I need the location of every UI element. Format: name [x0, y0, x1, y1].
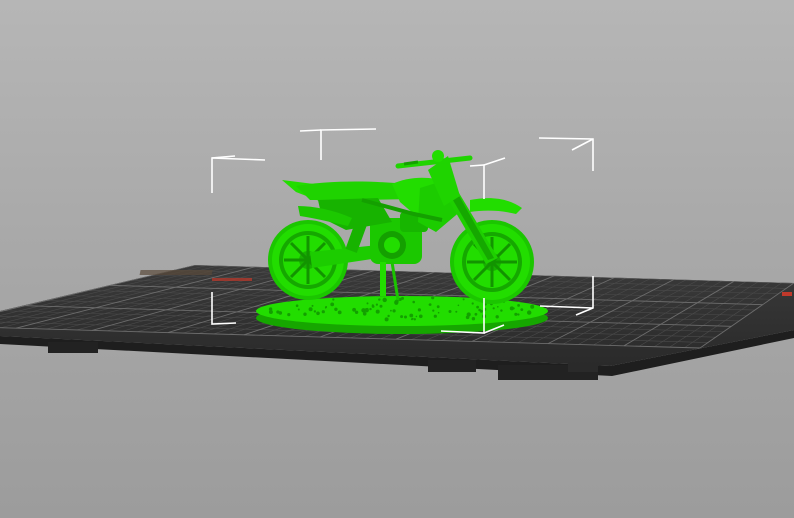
base-texture-speck [392, 309, 396, 313]
base-texture-speck [409, 313, 414, 318]
base-texture-speck [495, 315, 499, 319]
base-texture-speck [401, 296, 404, 300]
base-texture-speck [432, 309, 435, 312]
base-texture-speck [433, 314, 437, 318]
base-texture-speck [313, 310, 317, 313]
base-texture-speck [369, 307, 372, 311]
base-texture-speck [517, 313, 520, 316]
base-texture-speck [375, 309, 380, 314]
base-texture-speck [520, 308, 524, 311]
base-texture-speck [479, 309, 483, 313]
base-texture-speck [379, 304, 383, 308]
base-texture-speck [316, 311, 320, 316]
base-texture-speck [387, 314, 390, 318]
base-texture-speck [455, 310, 458, 313]
base-texture-speck [337, 310, 342, 315]
bbox-corner-tbl [320, 128, 377, 160]
base-texture-speck [471, 302, 474, 305]
base-texture-speck [366, 302, 369, 305]
base-texture-speck [474, 312, 478, 316]
base-texture-speck [330, 302, 335, 307]
base-texture-speck [431, 296, 435, 300]
base-texture-speck [362, 312, 367, 316]
bbox-corner-tfr [469, 164, 485, 199]
base-texture-speck [404, 315, 407, 319]
base-texture-speck [517, 304, 520, 307]
base-texture-speck [364, 308, 369, 313]
base-texture-speck [417, 308, 421, 312]
base-texture-speck [428, 303, 432, 306]
base-texture-speck [500, 309, 503, 312]
front-wheel [450, 220, 534, 304]
base-texture-speck [514, 312, 518, 316]
handlebar [395, 150, 473, 169]
base-texture-speck [297, 308, 300, 311]
base-texture-speck [497, 306, 499, 308]
bed-origin-marker [782, 292, 792, 296]
base-texture-speck [354, 310, 359, 314]
base-texture-speck [436, 305, 440, 309]
base-texture-speck [382, 297, 387, 303]
base-texture-speck [390, 309, 392, 312]
base-texture-speck [419, 314, 423, 319]
front-fender [470, 198, 522, 214]
base-texture-speck [457, 304, 460, 307]
base-texture-speck [462, 298, 465, 301]
base-texture-speck [412, 300, 416, 304]
base-texture-speck [311, 304, 314, 307]
base-texture-speck [415, 315, 418, 318]
base-texture-speck [448, 310, 452, 313]
base-texture-speck [324, 307, 327, 309]
base-texture-speck [378, 298, 381, 301]
base-texture-speck [437, 311, 440, 314]
base-texture-speck [278, 311, 283, 315]
base-texture-speck [371, 305, 375, 308]
base-texture-speck [410, 318, 413, 321]
bed-clip-left [48, 342, 98, 353]
base-texture-speck [413, 318, 416, 321]
base-texture-speck [303, 312, 307, 316]
motorcycle-model[interactable] [256, 150, 548, 334]
base-texture-speck [400, 315, 404, 319]
base-texture-speck [530, 304, 535, 309]
base-texture-speck [512, 307, 515, 310]
base-texture-speck [308, 307, 313, 312]
base-texture-speck [527, 310, 532, 315]
base-texture-speck [268, 310, 273, 314]
base-texture-speck [287, 313, 291, 317]
bed-clip-mid [428, 360, 476, 372]
base-texture-speck [334, 307, 338, 311]
base-texture-speck [384, 317, 389, 322]
base-texture-speck [332, 298, 335, 301]
base-texture-speck [375, 303, 378, 306]
3d-viewport[interactable] [0, 0, 794, 518]
bbox-corner-tl [211, 155, 236, 193]
base-texture-speck [295, 304, 299, 308]
base-texture-speck [471, 317, 476, 321]
base-texture-speck [476, 305, 479, 309]
base-texture-speck [492, 307, 495, 310]
scene-canvas[interactable] [0, 0, 794, 518]
base-texture-speck [321, 310, 325, 314]
base-texture-speck [465, 315, 470, 320]
